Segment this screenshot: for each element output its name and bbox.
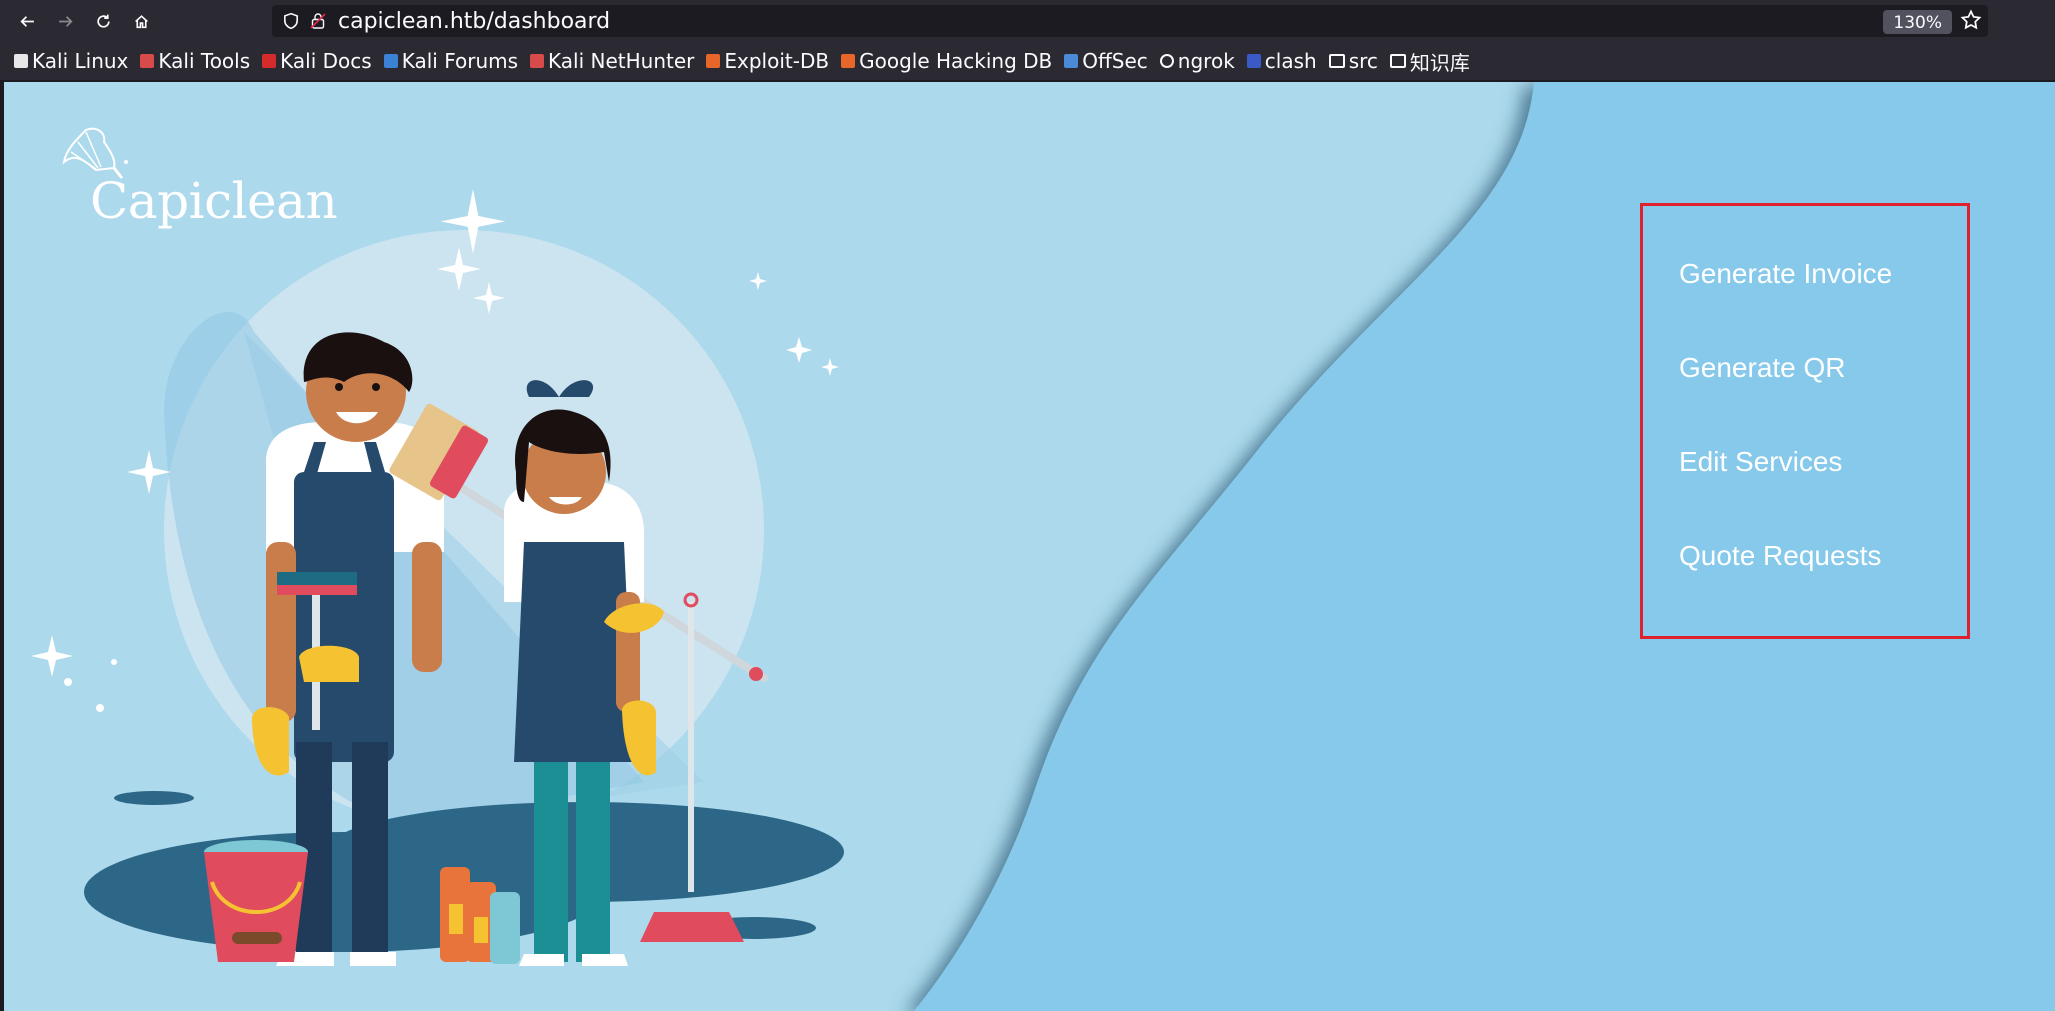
page-viewport: Capiclean Generate Invoice Generate QR E… [4,82,2055,1011]
bookmark-item[interactable]: Kali Tools [140,49,250,73]
bookmark-item[interactable]: Kali Linux [14,49,128,73]
bookmark-item[interactable]: clash [1246,49,1317,73]
bookmarks-bar: Kali Linux Kali Tools Kali Docs Kali Forums… [0,42,2055,80]
bookmark-label: Google Hacking DB [859,49,1053,73]
url-text[interactable]: capiclean.htb/dashboard [338,9,610,34]
quote-requests-link[interactable]: Quote Requests [1679,540,1881,572]
zoom-level-badge[interactable]: 130% [1883,10,1952,34]
logo-text: Capiclean [90,172,338,230]
bookmark-item[interactable]: Exploit-DB [706,49,829,73]
insecure-lock-icon[interactable] [310,12,326,30]
kali-tools-icon [140,54,155,68]
bookmark-label: Kali Tools [158,49,251,73]
back-button[interactable] [10,4,44,38]
bookmark-item[interactable]: 知识库 [1389,47,1470,76]
bookmark-item[interactable]: src [1328,49,1378,73]
dashboard-menu: Generate Invoice Generate QR Edit Servic… [1640,203,1970,639]
exploit-db-icon [706,54,721,68]
folder-icon [1328,54,1345,68]
capiclean-logo[interactable]: Capiclean [56,122,338,230]
bookmark-item[interactable]: ngrok [1159,49,1235,73]
forward-button[interactable] [48,4,82,38]
arrow-left-icon [19,15,34,27]
bookmark-label: clash [1264,49,1317,73]
edit-services-link[interactable]: Edit Services [1679,446,1842,478]
bookmark-item[interactable]: Google Hacking DB [841,49,1052,73]
bookmark-item[interactable]: OffSec [1064,49,1148,73]
home-icon [134,14,148,28]
bookmark-label: Kali Docs [280,49,372,73]
home-button[interactable] [124,4,158,38]
bookmark-label: Kali Linux [32,49,129,73]
bookmark-item[interactable]: Kali NetHunter [530,49,694,73]
browser-toolbar: capiclean.htb/dashboard 130% [0,0,2055,42]
arrow-right-icon [58,15,73,27]
bookmark-label: src [1348,49,1378,73]
bookmark-label: 知识库 [1409,50,1470,75]
reload-button[interactable] [86,4,120,38]
kali-forums-icon [383,54,398,68]
folder-icon [1389,54,1406,68]
reload-icon [96,14,110,28]
bookmark-label: Kali NetHunter [548,49,695,73]
clash-icon [1246,54,1261,68]
bookmark-label: Kali Forums [401,49,519,73]
bookmark-star-icon[interactable] [1960,9,1982,31]
kali-dragon-icon [14,54,28,68]
offsec-icon [1064,54,1079,68]
globe-icon [1159,54,1174,68]
shield-icon[interactable] [282,12,300,30]
generate-invoice-link[interactable]: Generate Invoice [1679,258,1892,290]
bucket [204,840,308,962]
url-bar[interactable]: capiclean.htb/dashboard 130% [272,5,1988,37]
generate-qr-link[interactable]: Generate QR [1679,352,1846,384]
bookmark-item[interactable]: Kali Forums [383,49,519,73]
kali-nethunter-icon [530,54,545,68]
bookmark-label: Exploit-DB [724,49,830,73]
bookmark-item[interactable]: Kali Docs [262,49,372,73]
ghdb-icon [841,54,856,68]
kali-docs-icon [262,54,277,68]
bookmark-label: ngrok [1177,49,1235,73]
bookmark-label: OffSec [1082,49,1148,73]
